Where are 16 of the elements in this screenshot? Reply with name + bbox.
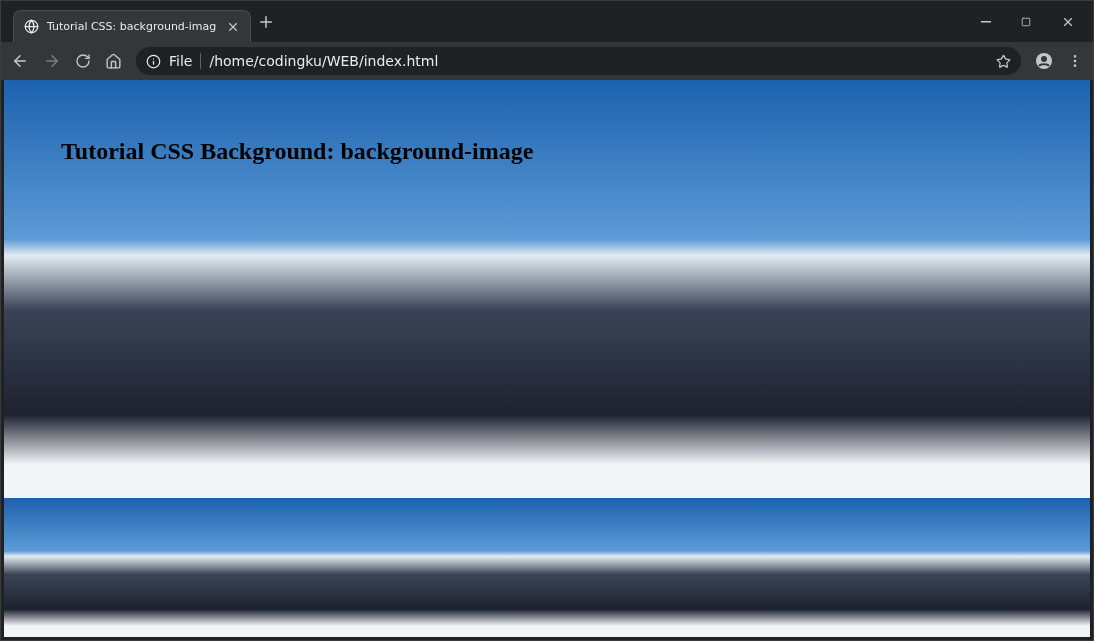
bookmark-star-button[interactable] bbox=[996, 53, 1011, 69]
close-window-button[interactable] bbox=[1061, 15, 1075, 29]
url-text: /home/codingku/WEB/index.html bbox=[209, 53, 440, 69]
home-button[interactable] bbox=[105, 52, 122, 70]
minimize-icon bbox=[981, 21, 991, 23]
forward-button[interactable] bbox=[43, 52, 61, 70]
maximize-button[interactable] bbox=[1021, 15, 1031, 29]
reload-button[interactable] bbox=[75, 53, 91, 69]
address-bar[interactable]: File /home/codingku/WEB/index.html bbox=[136, 47, 1021, 75]
globe-icon bbox=[24, 19, 39, 34]
page-heading: Tutorial CSS Background: background-image bbox=[61, 138, 534, 165]
info-icon bbox=[146, 53, 161, 69]
profile-button[interactable] bbox=[1035, 52, 1053, 70]
browser-tab[interactable]: Tutorial CSS: background-imag bbox=[13, 10, 251, 42]
back-button[interactable] bbox=[11, 52, 29, 70]
scheme-label: File bbox=[169, 53, 202, 69]
